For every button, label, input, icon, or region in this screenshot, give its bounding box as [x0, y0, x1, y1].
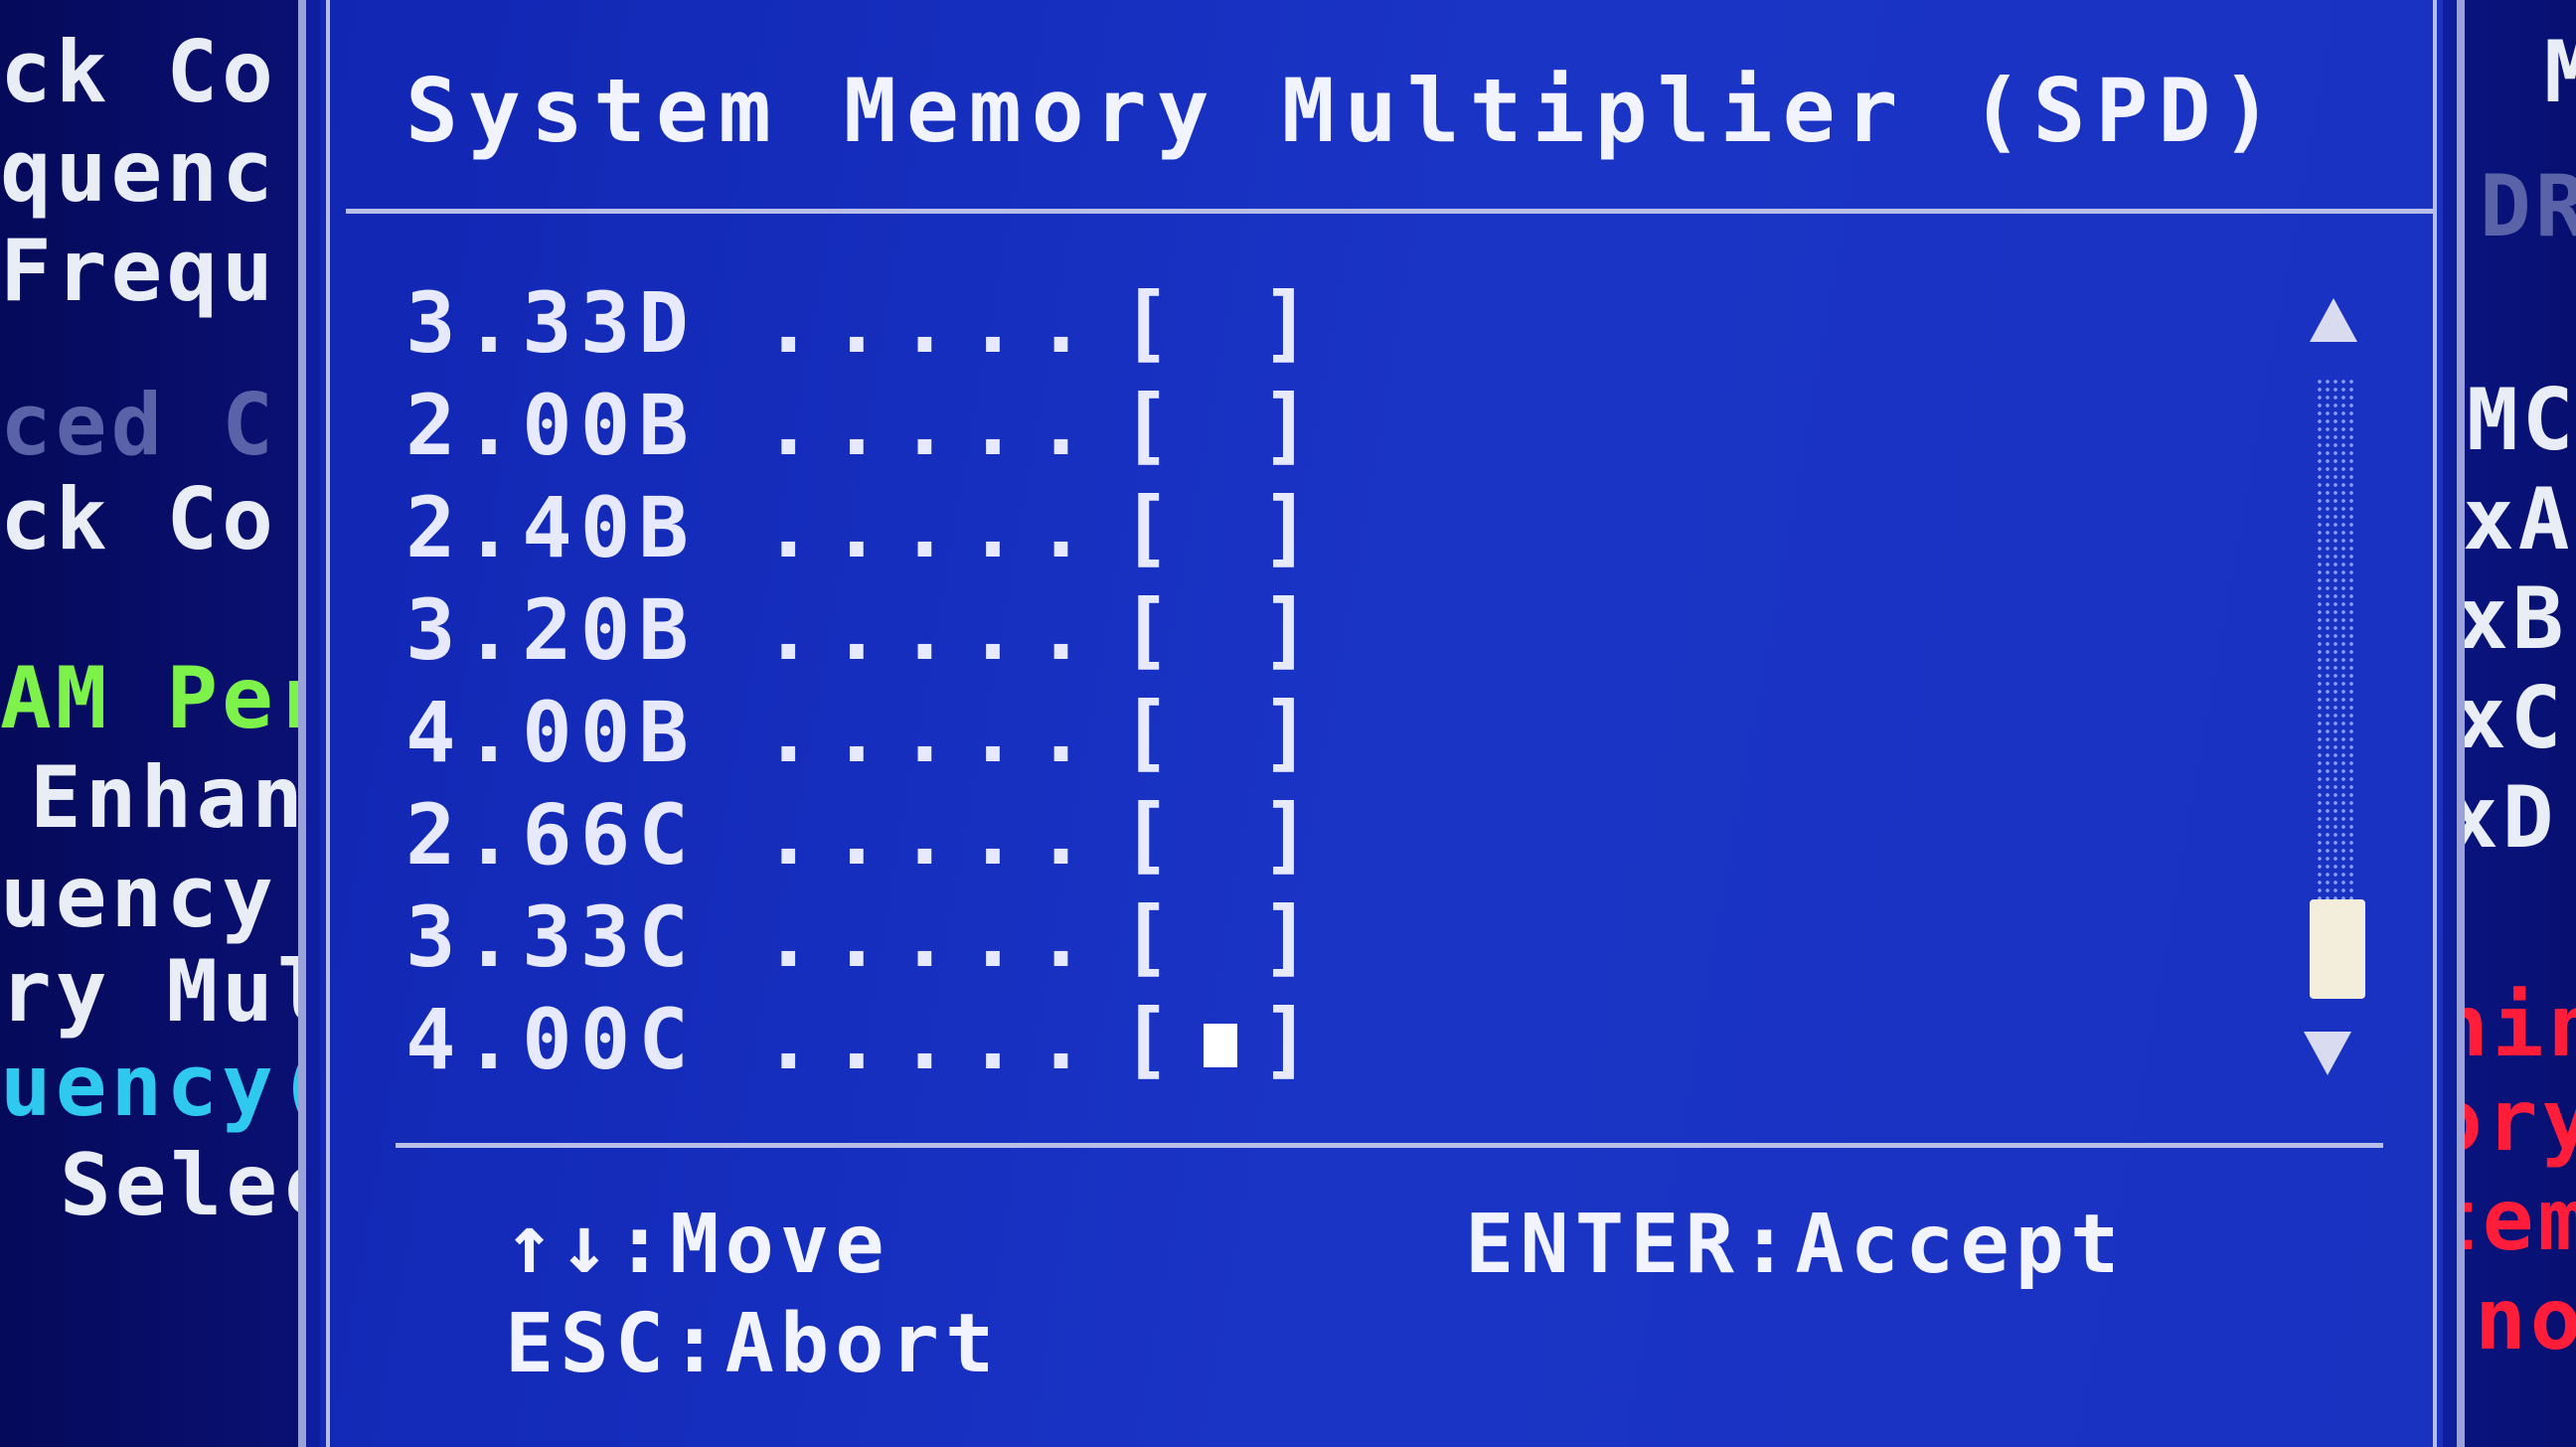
background-menu-line: uency( [0, 1037, 333, 1136]
background-menu-line: Enhan [30, 748, 307, 848]
option-row[interactable]: 2.00B.....[] [405, 376, 1319, 475]
option-row[interactable]: 4.00C.....[] [405, 990, 1319, 1089]
background-menu-line: no [2475, 1270, 2576, 1369]
background-menu-line: Selec [60, 1136, 337, 1235]
title-divider [346, 209, 2433, 214]
background-menu-line: xC [2455, 669, 2566, 768]
radio-indicator[interactable]: [] [1121, 683, 1319, 782]
memory-multiplier-dialog: System Memory Multiplier (SPD) 3.33D....… [298, 0, 2465, 1447]
background-menu-line: AM Per [0, 649, 333, 748]
selected-radio-indicator[interactable]: [] [1121, 990, 1319, 1089]
option-row[interactable]: 4.00B.....[] [405, 683, 1319, 782]
background-menu-line: Frequ [0, 222, 277, 321]
option-value: 3.20B [405, 581, 697, 679]
option-leader-dots: ..... [763, 377, 1104, 474]
dialog-title: System Memory Multiplier (SPD) [405, 60, 2284, 162]
radio-indicator[interactable]: [] [1121, 580, 1319, 680]
option-value: 3.33D [405, 274, 697, 372]
help-accept: ENTER:Accept [1465, 1198, 2126, 1292]
background-menu-line: M [2544, 23, 2576, 122]
scrollbar-thumb[interactable] [2310, 899, 2365, 999]
option-row[interactable]: 3.33D.....[] [405, 273, 1319, 373]
option-leader-dots: ..... [763, 888, 1104, 986]
background-menu-line: uency [0, 848, 277, 947]
option-row[interactable]: 3.33C.....[] [405, 887, 1319, 987]
background-menu-line: xA [2463, 470, 2574, 569]
help-divider [396, 1143, 2383, 1148]
radio-indicator[interactable]: [] [1121, 478, 1319, 577]
option-value: 3.33C [405, 888, 697, 986]
option-value: 4.00C [405, 991, 697, 1088]
option-leader-dots: ..... [763, 684, 1104, 781]
radio-indicator[interactable]: [] [1121, 376, 1319, 475]
option-leader-dots: ..... [763, 274, 1104, 372]
option-row[interactable]: 3.20B.....[] [405, 580, 1319, 680]
scroll-down-arrow-icon[interactable] [2304, 1032, 2351, 1075]
option-value: 2.66C [405, 786, 697, 884]
background-menu-line: ry Mul [0, 942, 333, 1042]
radio-indicator[interactable]: [] [1121, 785, 1319, 884]
option-leader-dots: ..... [763, 479, 1104, 576]
radio-indicator[interactable]: [] [1121, 887, 1319, 987]
option-leader-dots: ..... [763, 581, 1104, 679]
option-leader-dots: ..... [763, 786, 1104, 884]
option-value: 2.00B [405, 377, 697, 474]
background-menu-line: ck Co [0, 23, 277, 122]
background-menu-line: ck Co [0, 470, 277, 569]
radio-indicator[interactable]: [] [1121, 273, 1319, 373]
scroll-up-arrow-icon[interactable] [2310, 298, 2357, 342]
background-menu-line: ced C [0, 376, 277, 475]
option-leader-dots: ..... [763, 991, 1104, 1088]
background-menu-line: MC [2467, 371, 2576, 470]
option-row[interactable]: 2.40B.....[] [405, 478, 1319, 577]
background-menu-line: quenc [0, 122, 277, 222]
help-move: ↑↓:Move [505, 1198, 890, 1292]
scrollbar-track[interactable] [2316, 378, 2355, 904]
background-menu-line: xB [2457, 569, 2568, 669]
option-value: 2.40B [405, 479, 697, 576]
background-menu-line: DR [2480, 157, 2576, 256]
help-abort: ESC:Abort [505, 1297, 1001, 1391]
option-row[interactable]: 2.66C.....[] [405, 785, 1319, 884]
option-value: 4.00B [405, 684, 697, 781]
